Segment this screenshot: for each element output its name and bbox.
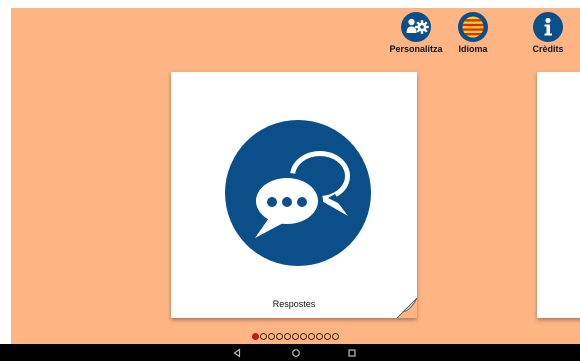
language-button[interactable]: Idioma <box>441 12 505 54</box>
page-dot[interactable] <box>324 333 331 341</box>
page-dot[interactable] <box>252 333 259 341</box>
page-indicator <box>11 328 580 341</box>
page-dot[interactable] <box>332 333 339 341</box>
page-curl-icon <box>396 297 418 319</box>
card-label: Respostes <box>272 299 316 309</box>
page-dot[interactable] <box>300 333 307 341</box>
catalan-flag-icon <box>458 12 488 42</box>
credits-button[interactable]: Crèdits <box>516 12 580 54</box>
page-dot[interactable] <box>308 333 315 341</box>
personalize-button[interactable]: Personalitza <box>384 12 448 54</box>
back-icon[interactable] <box>222 344 252 361</box>
person-gear-icon <box>401 12 431 42</box>
speech-bubbles-icon <box>225 120 371 266</box>
page-dot[interactable] <box>316 333 323 341</box>
device-screen: Personalitza Idioma Crèdits Respostes <box>0 0 580 361</box>
credits-label: Crèdits <box>532 44 564 54</box>
recents-icon[interactable] <box>337 344 367 361</box>
page-dot[interactable] <box>260 333 267 341</box>
page-dot[interactable] <box>292 333 299 341</box>
home-icon[interactable] <box>281 344 311 361</box>
page-dot[interactable] <box>268 333 275 341</box>
personalize-label: Personalitza <box>389 44 443 54</box>
android-nav-bar <box>0 344 580 361</box>
app-area: Personalitza Idioma Crèdits Respostes <box>11 8 580 344</box>
category-card-respostes[interactable]: Respostes <box>171 72 418 319</box>
next-card[interactable] <box>537 72 580 318</box>
page-dot[interactable] <box>276 333 283 341</box>
page-dot[interactable] <box>284 333 291 341</box>
language-label: Idioma <box>458 44 488 54</box>
info-icon <box>533 12 563 42</box>
